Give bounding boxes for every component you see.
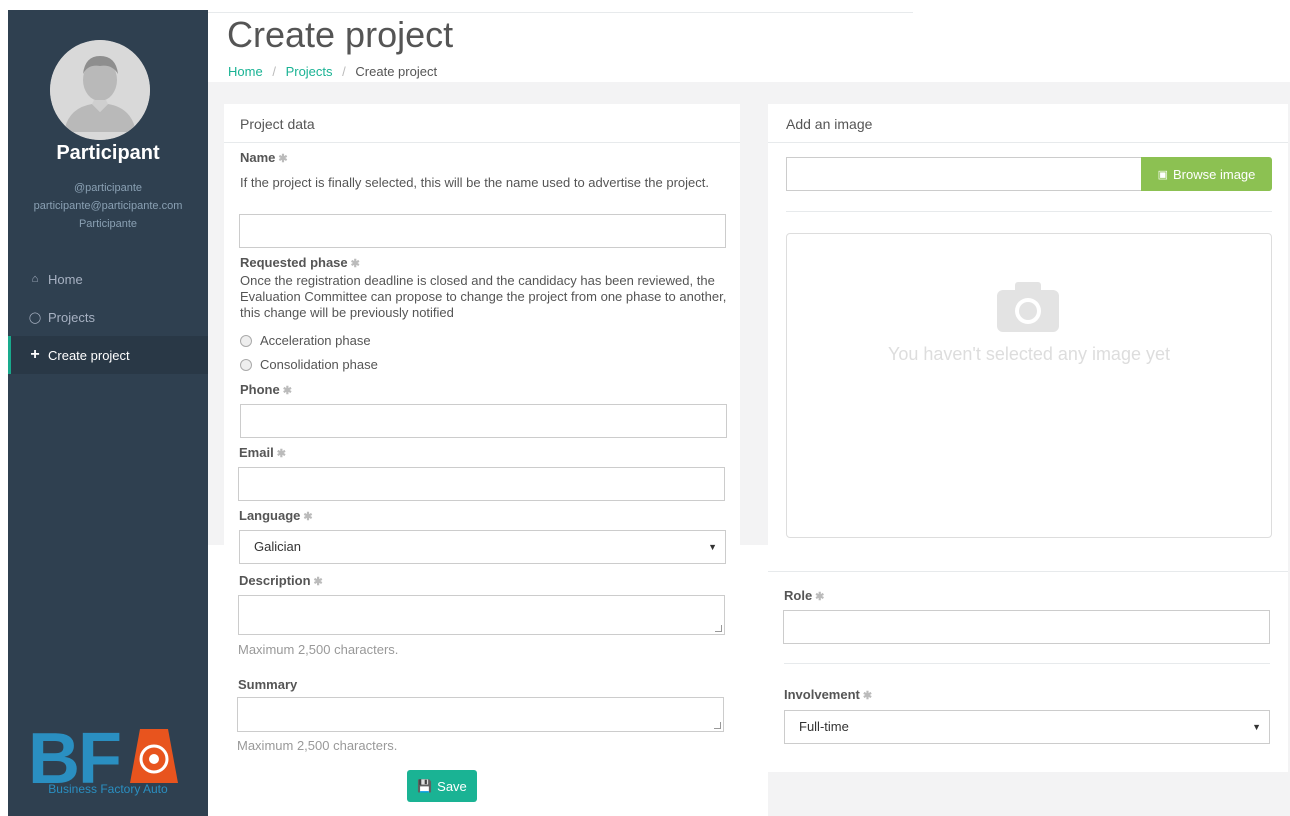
breadcrumb-separator: /	[272, 64, 276, 79]
panel-divider	[768, 571, 1288, 572]
phone-input[interactable]	[240, 404, 727, 438]
summary-label: Summary	[238, 677, 297, 692]
radio-label: Acceleration phase	[260, 333, 371, 348]
involvement-select[interactable]: Full-time ▼	[784, 710, 1270, 744]
name-label: Name ✱	[240, 150, 288, 165]
phone-label: Phone ✱	[240, 382, 292, 397]
involvement-label: Involvement ✱	[784, 687, 872, 702]
required-icon: ✱	[313, 576, 323, 588]
sidebar-item-label: Create project	[48, 347, 130, 363]
breadcrumb: Home / Projects / Create project	[228, 64, 437, 79]
language-select-value: Galician	[254, 539, 301, 554]
image-icon: ▣	[1157, 168, 1169, 181]
panel-divider	[784, 663, 1270, 664]
image-path-input[interactable]	[786, 157, 1142, 191]
email-input[interactable]	[238, 467, 725, 501]
sidebar-item-label: Home	[48, 271, 83, 287]
breadcrumb-separator: /	[342, 64, 346, 79]
panel-divider	[224, 142, 740, 143]
panel-divider	[768, 142, 1288, 143]
no-image-text: You haven't selected any image yet	[888, 344, 1170, 364]
avatar	[50, 40, 150, 140]
user-avatar-icon	[50, 40, 150, 140]
save-button-label: Save	[437, 778, 467, 794]
required-icon: ✱	[862, 690, 873, 702]
language-label-text: Language	[239, 508, 301, 523]
required-icon: ✱	[303, 511, 313, 523]
browse-image-button[interactable]: ▣ Browse image	[1141, 157, 1272, 191]
phone-label-text: Phone	[240, 382, 280, 397]
requested-phase-label-text: Requested phase	[240, 255, 348, 270]
required-icon: ✱	[815, 591, 825, 603]
user-name: Participant	[56, 142, 160, 164]
browse-image-label: Browse image	[1173, 166, 1256, 182]
language-select[interactable]: Galician ▼	[239, 530, 726, 564]
required-icon: ✱	[282, 385, 292, 397]
description-label: Description ✱	[239, 573, 323, 588]
involvement-label-text: Involvement	[784, 687, 860, 702]
sidebar: Participant @participante participante@p…	[8, 10, 208, 816]
breadcrumb-current: Create project	[355, 64, 438, 79]
name-input[interactable]	[239, 214, 726, 248]
project-data-title: Project data	[240, 116, 315, 132]
description-help: Maximum 2,500 characters.	[238, 642, 399, 657]
required-icon: ✱	[278, 153, 288, 165]
required-icon: ✱	[276, 448, 286, 460]
logo-caption: Business Factory Auto	[48, 782, 168, 796]
description-textarea[interactable]	[238, 595, 725, 635]
radio-consolidation-phase[interactable]: Consolidation phase	[240, 357, 378, 372]
radio-label: Consolidation phase	[260, 357, 378, 372]
sidebar-nav: ⌂ Home ◯ Projects + Create project	[8, 260, 208, 374]
user-username: @participante	[73, 182, 143, 194]
role-label-text: Role	[784, 588, 813, 603]
radio-button[interactable]	[240, 358, 252, 371]
plus-icon: +	[30, 346, 40, 363]
summary-label-text: Summary	[238, 677, 298, 692]
email-label: Email ✱	[239, 445, 286, 460]
sidebar-item-home[interactable]: ⌂ Home	[8, 260, 208, 298]
summary-help: Maximum 2,500 characters.	[237, 738, 398, 753]
requested-phase-label: Requested phase ✱	[240, 255, 360, 270]
top-divider	[208, 12, 913, 13]
role-label: Role ✱	[784, 588, 824, 603]
name-label-text: Name	[240, 150, 276, 165]
chevron-down-icon: ▼	[1252, 722, 1261, 732]
breadcrumb-projects-link[interactable]: Projects	[286, 64, 333, 79]
involvement-select-value: Full-time	[799, 719, 849, 734]
sidebar-item-projects[interactable]: ◯ Projects	[8, 298, 208, 336]
required-icon: ✱	[350, 258, 360, 270]
radio-button[interactable]	[240, 334, 252, 347]
description-label-text: Description	[239, 573, 311, 588]
breadcrumb-home-link[interactable]: Home	[228, 64, 263, 79]
summary-textarea[interactable]	[237, 697, 724, 732]
role-input[interactable]	[783, 610, 1270, 644]
radio-acceleration-phase[interactable]: Acceleration phase	[240, 333, 371, 348]
save-button[interactable]: 💾 Save	[407, 770, 477, 802]
requested-phase-help: Once the registration deadline is closed…	[240, 273, 727, 320]
sidebar-item-create-project[interactable]: + Create project	[8, 336, 208, 374]
save-icon: 💾	[417, 779, 433, 793]
sidebar-item-label: Projects	[48, 309, 95, 325]
chevron-down-icon: ▼	[708, 542, 717, 552]
image-panel-title: Add an image	[786, 116, 873, 132]
name-help: If the project is finally selected, this…	[240, 175, 709, 190]
page-title: Create project	[227, 14, 454, 55]
image-preview-area: You haven't selected any image yet	[786, 233, 1272, 538]
language-label: Language ✱	[239, 508, 313, 523]
lightbulb-icon: ◯	[28, 311, 42, 324]
camera-icon	[997, 282, 1059, 332]
user-email: participante@participante.com	[33, 200, 183, 212]
panel-divider	[786, 211, 1272, 212]
user-role: Participante	[78, 218, 138, 230]
email-label-text: Email	[239, 445, 274, 460]
home-icon: ⌂	[31, 273, 39, 285]
